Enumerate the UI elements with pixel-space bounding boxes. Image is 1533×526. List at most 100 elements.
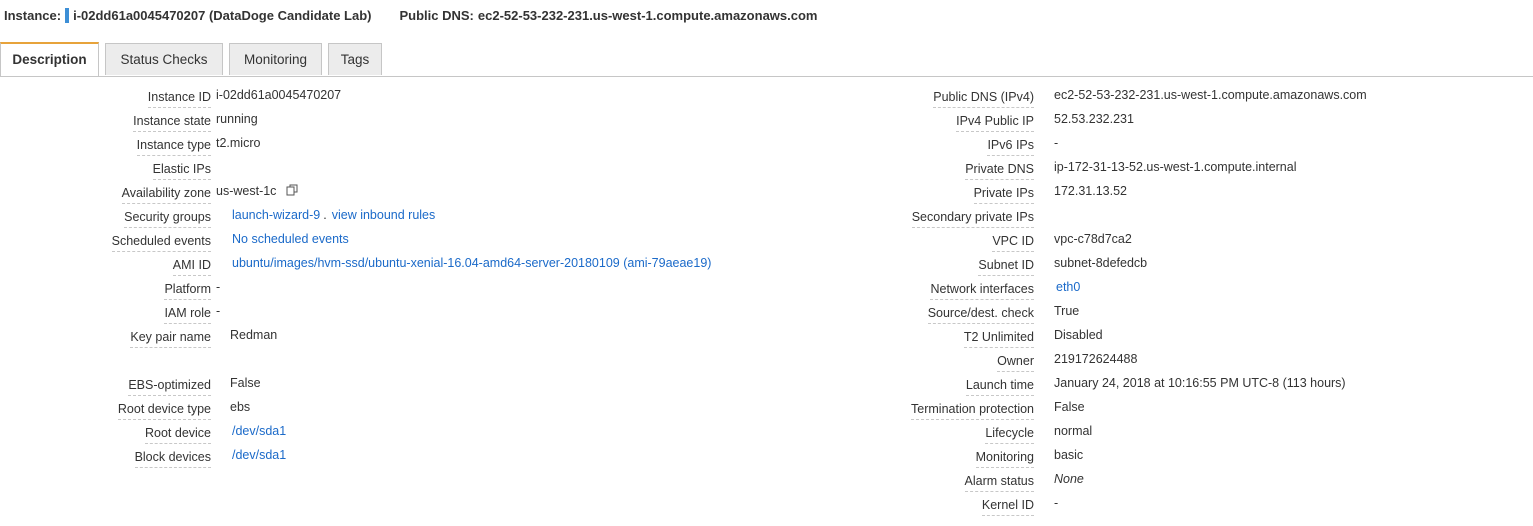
view-inbound-rules-link[interactable]: view inbound rules xyxy=(332,208,436,222)
termination-protection-value: False xyxy=(1054,400,1085,414)
source-dest-check-value: True xyxy=(1054,304,1080,318)
detail-row-launch-time: Launch time xyxy=(800,376,1034,396)
detail-row-ami-id: AMI ID xyxy=(0,256,211,276)
tab-tags[interactable]: Tags xyxy=(328,43,382,75)
t2-unlimited-value: Disabled xyxy=(1054,328,1103,342)
detail-row-secondary-private-ips: Secondary private IPs xyxy=(800,208,1034,228)
field-label: EBS-optimized xyxy=(128,376,211,396)
field-label: IPv4 Public IP xyxy=(956,112,1034,132)
field-label: Instance type xyxy=(136,136,211,156)
iam-role-value: - xyxy=(216,304,221,318)
detail-row-network-interfaces: Network interfaces xyxy=(800,280,1034,300)
instance-color-bar xyxy=(65,7,70,23)
field-label: Platform xyxy=(164,280,211,300)
detail-row-ipv4-public-ip: IPv4 Public IP xyxy=(800,112,1034,132)
root-device-type-value: ebs xyxy=(230,400,251,414)
instance-title: i-02dd61a0045470207 (DataDoge Candidate … xyxy=(73,7,372,23)
field-label: Scheduled events xyxy=(111,232,211,252)
platform-value: - xyxy=(216,280,221,294)
availability-zone-text: us-west-1c xyxy=(216,184,277,198)
block-devices-value: /dev/sda1 xyxy=(232,448,286,462)
detail-row-ebs-optimized: EBS-optimized xyxy=(0,376,211,396)
copy-icon[interactable] xyxy=(286,184,298,199)
detail-row-alarm-status: Alarm status xyxy=(800,472,1034,492)
kernel-id-value: - xyxy=(1054,496,1059,510)
detail-row-iam-role: IAM role xyxy=(0,304,211,324)
private-ips-value: 172.31.13.52 xyxy=(1054,184,1127,198)
detail-row-source-dest-check: Source/dest. check xyxy=(800,304,1034,324)
availability-zone-value: us-west-1c xyxy=(216,184,298,199)
root-device-value: /dev/sda1 xyxy=(232,424,286,438)
ami-id-value: ubuntu/images/hvm-ssd/ubuntu-xenial-16.0… xyxy=(232,256,711,270)
network-interface-link[interactable]: eth0 xyxy=(1056,280,1080,294)
field-label: Monitoring xyxy=(975,448,1034,468)
detail-row-instance-type: Instance type xyxy=(0,136,211,156)
detail-row-monitoring: Monitoring xyxy=(800,448,1034,468)
vpc-id-value: vpc-c78d7ca2 xyxy=(1054,232,1132,246)
field-label: Launch time xyxy=(965,376,1034,396)
field-label: Public DNS (IPv4) xyxy=(933,88,1034,108)
detail-row-security-groups: Security groups xyxy=(0,208,211,228)
detail-row-scheduled-events: Scheduled events xyxy=(0,232,211,252)
security-groups-value: launch-wizard-9. view inbound rules xyxy=(232,208,435,222)
field-label: IPv6 IPs xyxy=(987,136,1034,156)
private-dns-value: ip-172-31-13-52.us-west-1.compute.intern… xyxy=(1054,160,1297,174)
field-label: T2 Unlimited xyxy=(963,328,1034,348)
ipv6-ips-value: - xyxy=(1054,136,1059,150)
tab-bar: Description Status Checks Monitoring Tag… xyxy=(0,42,1533,77)
block-devices-link[interactable]: /dev/sda1 xyxy=(232,448,286,462)
lifecycle-value: normal xyxy=(1054,424,1093,438)
detail-row-ipv6-ips: IPv6 IPs xyxy=(800,136,1034,156)
field-label: Kernel ID xyxy=(981,496,1034,516)
security-group-link[interactable]: launch-wizard-9 xyxy=(232,208,320,222)
instance-label: Instance: xyxy=(4,7,62,23)
instance-type-value: t2.micro xyxy=(216,136,261,150)
instance-header: Instance: i-02dd61a0045470207 (DataDoge … xyxy=(4,6,817,24)
launch-time-value: January 24, 2018 at 10:16:55 PM UTC-8 (1… xyxy=(1054,376,1346,390)
field-label: IAM role xyxy=(164,304,211,324)
detail-row-vpc-id: VPC ID xyxy=(800,232,1034,252)
detail-row-block-devices: Block devices xyxy=(0,448,211,468)
public-dns-value: ec2-52-53-232-231.us-west-1.compute.amaz… xyxy=(477,7,818,23)
detail-row-private-dns: Private DNS xyxy=(800,160,1034,180)
tab-description[interactable]: Description xyxy=(0,42,99,76)
detail-row-owner: Owner xyxy=(800,352,1034,372)
detail-row-termination-protection: Termination protection xyxy=(800,400,1034,420)
alarm-status-value: None xyxy=(1054,472,1084,486)
field-label: Owner xyxy=(997,352,1034,372)
instance-id-value: i-02dd61a0045470207 xyxy=(216,88,342,102)
scheduled-events-value: No scheduled events xyxy=(232,232,349,246)
field-label: Lifecycle xyxy=(985,424,1034,444)
ipv4-public-ip-value: 52.53.232.231 xyxy=(1054,112,1134,126)
field-label: Instance ID xyxy=(147,88,211,108)
detail-row-instance-id: Instance ID xyxy=(0,88,211,108)
tab-status-checks[interactable]: Status Checks xyxy=(105,43,223,75)
field-label: Root device type xyxy=(117,400,211,420)
detail-row-key-pair: Key pair name xyxy=(0,328,211,348)
field-label: VPC ID xyxy=(992,232,1034,252)
field-label: Instance state xyxy=(133,112,211,132)
detail-row-t2-unlimited: T2 Unlimited xyxy=(800,328,1034,348)
field-label: Elastic IPs xyxy=(152,160,211,180)
detail-row-root-device: Root device xyxy=(0,424,211,444)
ami-id-link[interactable]: ubuntu/images/hvm-ssd/ubuntu-xenial-16.0… xyxy=(232,256,711,270)
public-dns-ipv4-value: ec2-52-53-232-231.us-west-1.compute.amaz… xyxy=(1054,88,1367,102)
field-label: Secondary private IPs xyxy=(911,208,1034,228)
field-label: Root device xyxy=(144,424,211,444)
detail-row-root-device-type: Root device type xyxy=(0,400,211,420)
subnet-id-value: subnet-8defedcb xyxy=(1054,256,1148,270)
detail-row-elastic-ips: Elastic IPs xyxy=(0,160,211,180)
field-label: Availability zone xyxy=(121,184,211,204)
detail-row-subnet-id: Subnet ID xyxy=(800,256,1034,276)
tab-monitoring[interactable]: Monitoring xyxy=(229,43,322,75)
monitoring-value: basic xyxy=(1054,448,1084,462)
detail-row-instance-state: Instance state xyxy=(0,112,211,132)
root-device-link[interactable]: /dev/sda1 xyxy=(232,424,286,438)
field-label: Termination protection xyxy=(911,400,1034,420)
scheduled-events-link[interactable]: No scheduled events xyxy=(232,232,349,246)
detail-row-platform: Platform xyxy=(0,280,211,300)
field-label: Private DNS xyxy=(965,160,1034,180)
field-label: Security groups xyxy=(124,208,211,228)
instance-state-value: running xyxy=(216,112,258,126)
ebs-optimized-value: False xyxy=(230,376,261,390)
